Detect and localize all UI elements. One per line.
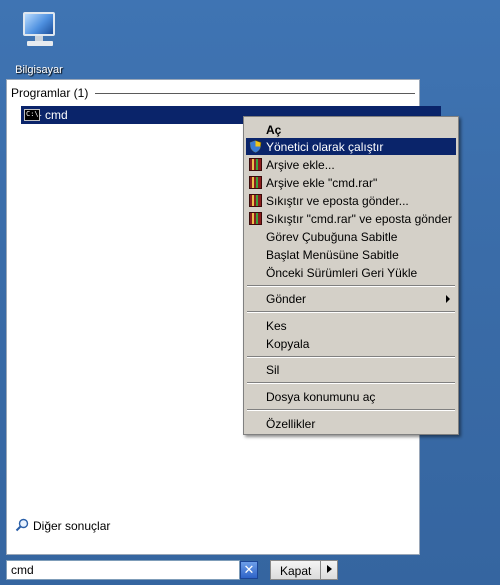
shield-icon [249, 140, 262, 153]
menu-item-copy[interactable]: Kopyala [246, 335, 456, 352]
menu-separator [247, 356, 455, 358]
menu-item-open-location[interactable]: Dosya konumunu aç [246, 388, 456, 405]
menu-item-label: Sıkıştır ve eposta gönder... [266, 194, 409, 208]
menu-item-run-as-admin[interactable]: Yönetici olarak çalıştır [246, 138, 456, 155]
menu-item-label: Görev Çubuğuna Sabitle [266, 230, 398, 244]
menu-item-label: Sil [266, 363, 280, 377]
desktop-icon-label: Bilgisayar [15, 64, 63, 76]
search-box[interactable] [6, 560, 241, 580]
shutdown-label: Kapat [280, 564, 312, 578]
clear-search-button[interactable]: ✕ [240, 561, 258, 579]
context-menu: Aç Yönetici olarak çalıştır Arşive ekle.… [243, 116, 459, 435]
winrar-icon [249, 176, 262, 189]
menu-item-label: Önceki Sürümleri Geri Yükle [266, 266, 418, 280]
search-row: ✕ Kapat [6, 560, 420, 582]
menu-separator [247, 409, 455, 411]
menu-item-label: Yönetici olarak çalıştır [266, 140, 384, 154]
menu-item-label: Arşive ekle "cmd.rar" [266, 176, 378, 190]
menu-item-label: Aç [266, 123, 282, 137]
menu-item-send-to[interactable]: Gönder [246, 290, 456, 307]
arrow-right-icon [327, 565, 332, 573]
menu-item-open[interactable]: Aç [246, 121, 456, 138]
menu-item-add-to-rar[interactable]: Arşive ekle "cmd.rar" [246, 174, 456, 191]
programs-group-header: Programlar (1) [11, 85, 415, 101]
menu-item-label: Dosya konumunu aç [266, 390, 376, 404]
programs-group-title: Programlar (1) [11, 86, 89, 100]
menu-item-pin-taskbar[interactable]: Görev Çubuğuna Sabitle [246, 228, 456, 245]
search-result-label: cmd [45, 108, 68, 122]
menu-item-compress-email[interactable]: Sıkıştır ve eposta gönder... [246, 192, 456, 209]
shutdown-options-button[interactable] [320, 560, 338, 580]
magnifier-icon [15, 518, 29, 532]
menu-separator [247, 311, 455, 313]
menu-item-label: Kopyala [266, 337, 310, 351]
menu-item-label: Sıkıştır "cmd.rar" ve eposta gönder [266, 212, 452, 226]
menu-item-compress-rar-email[interactable]: Sıkıştır "cmd.rar" ve eposta gönder [246, 210, 456, 227]
winrar-icon [249, 158, 262, 171]
menu-item-delete[interactable]: Sil [246, 361, 456, 378]
console-icon: C:\. [24, 109, 43, 121]
menu-item-restore-versions[interactable]: Önceki Sürümleri Geri Yükle [246, 264, 456, 281]
menu-item-pin-start[interactable]: Başlat Menüsüne Sabitle [246, 246, 456, 263]
menu-item-label: Özellikler [266, 417, 316, 431]
winrar-icon [249, 194, 262, 207]
desktop-icon-computer[interactable]: Bilgisayar [8, 8, 70, 76]
menu-item-label: Kes [266, 319, 287, 333]
computer-icon [19, 10, 59, 50]
menu-item-label: Gönder [266, 292, 307, 306]
winrar-icon [249, 212, 262, 225]
menu-item-cut[interactable]: Kes [246, 317, 456, 334]
menu-separator [247, 382, 455, 384]
menu-item-label: Başlat Menüsüne Sabitle [266, 248, 399, 262]
menu-item-properties[interactable]: Özellikler [246, 415, 456, 432]
group-divider [95, 93, 415, 94]
menu-item-label: Arşive ekle... [266, 158, 335, 172]
menu-item-add-archive[interactable]: Arşive ekle... [246, 156, 456, 173]
menu-separator [247, 285, 455, 287]
more-results-label: Diğer sonuçlar [33, 519, 111, 533]
search-input[interactable] [9, 562, 241, 578]
submenu-arrow-icon [446, 295, 450, 303]
